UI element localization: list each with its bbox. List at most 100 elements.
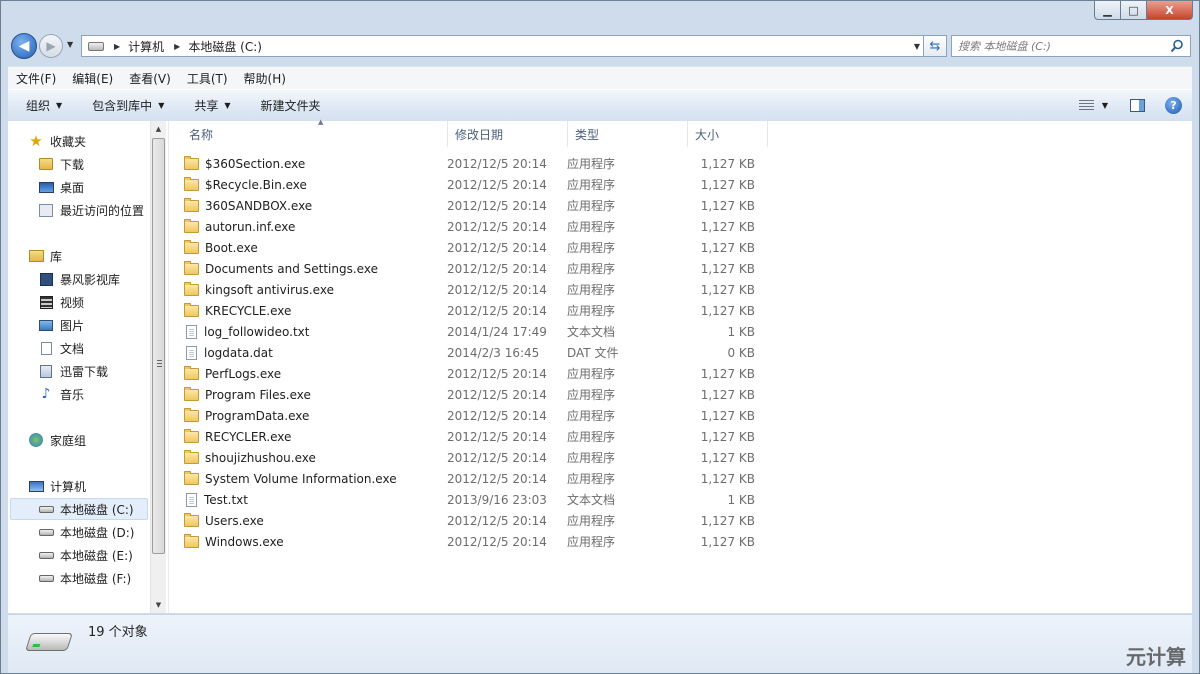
search-input[interactable] [952, 38, 1170, 54]
refresh-button[interactable]: ⇆ [923, 35, 947, 57]
nav-favorites-label: 收藏夹 [50, 134, 87, 149]
breadcrumb-drive-c[interactable]: 本地磁盘 (C:) [188, 38, 262, 55]
address-bar[interactable]: ▶ 计算机 ▶ 本地磁盘 (C:) ▼ [81, 35, 925, 57]
share-button[interactable]: 共享 ▼ [176, 97, 242, 114]
folder-icon [184, 407, 199, 422]
drive-icon [38, 525, 54, 539]
file-row[interactable]: $Recycle.Bin.exe 2012/12/5 20:14 应用程序 1,127… [184, 174, 764, 195]
file-name: Program Files.exe [205, 387, 311, 402]
back-button[interactable]: ◀ [11, 33, 37, 59]
nav-computer[interactable]: 计算机 [28, 475, 86, 497]
file-row[interactable]: System Volume Information.exe 2012/12/5 2… [184, 468, 764, 489]
nav-drive-d[interactable]: 本地磁盘 (D:) [38, 521, 134, 543]
file-type: 应用程序 [567, 430, 616, 444]
file-name: kingsoft antivirus.exe [205, 282, 334, 297]
file-row[interactable]: Users.exe 2012/12/5 20:14 应用程序 1,127 KB [184, 510, 764, 531]
history-dropdown-icon[interactable]: ▼ [67, 40, 73, 49]
organize-button[interactable]: 组织 ▼ [8, 97, 74, 114]
column-header-type[interactable]: 类型 [568, 121, 688, 147]
change-view-button[interactable]: ▼ [1078, 100, 1108, 111]
file-row[interactable]: log_followideo.txt 2014/1/24 17:49 文本文档 1 K… [184, 321, 764, 342]
menu-file[interactable]: 文件(F) [8, 70, 64, 87]
nav-music[interactable]: ♪ 音乐 [38, 383, 84, 405]
video-library-icon [38, 272, 54, 286]
nav-desktop[interactable]: 桌面 [38, 176, 84, 198]
folder-icon [184, 218, 199, 233]
breadcrumb-separator-icon[interactable]: ▶ [174, 42, 180, 51]
nav-pictures[interactable]: 图片 [38, 314, 84, 336]
nav-computer-label: 计算机 [50, 479, 87, 494]
file-date: 2012/12/5 20:14 [447, 534, 547, 549]
column-header-date[interactable]: 修改日期 [448, 121, 568, 147]
file-row[interactable]: KRECYCLE.exe 2012/12/5 20:14 应用程序 1,127 KB [184, 300, 764, 321]
file-row[interactable]: ProgramData.exe 2012/12/5 20:14 应用程序 1,127 … [184, 405, 764, 426]
nav-baofeng-library[interactable]: 暴风影视库 [38, 268, 120, 290]
folder-icon [184, 428, 199, 443]
folder-icon [184, 449, 199, 464]
file-row[interactable]: $360Section.exe 2012/12/5 20:14 应用程序 1,127 … [184, 153, 764, 174]
file-row[interactable]: PerfLogs.exe 2012/12/5 20:14 应用程序 1,127 KB [184, 363, 764, 384]
include-in-library-button[interactable]: 包含到库中 ▼ [74, 97, 176, 114]
nav-homegroup[interactable]: 家庭组 [28, 429, 86, 451]
breadcrumb-separator-icon[interactable]: ▶ [114, 42, 120, 51]
file-row[interactable]: 360SANDBOX.exe 2012/12/5 20:14 应用程序 1,127 K… [184, 195, 764, 216]
file-icon [186, 345, 197, 360]
scrollbar-thumb[interactable] [152, 138, 165, 554]
nav-documents[interactable]: 文档 [38, 337, 84, 359]
file-row[interactable]: Boot.exe 2012/12/5 20:14 应用程序 1,127 KB [184, 237, 764, 258]
details-view-icon [1078, 100, 1094, 111]
menu-help[interactable]: 帮助(H) [236, 70, 294, 87]
forward-button[interactable]: ▶ [39, 34, 63, 58]
content-area: ★ 收藏夹 下载 桌面 最近访问的位置 库 暴风影视库 视频 图片 文档 迅雷下载… [8, 118, 1192, 613]
address-dropdown-icon[interactable]: ▼ [914, 42, 920, 51]
file-name-cell: $360Section.exe [184, 155, 439, 171]
file-row[interactable]: kingsoft antivirus.exe 2012/12/5 20:14 应用程… [184, 279, 764, 300]
search-box[interactable] [951, 35, 1191, 57]
pane-splitter[interactable] [166, 121, 169, 613]
menu-edit[interactable]: 编辑(E) [64, 70, 121, 87]
scroll-up-icon[interactable]: ▲ [151, 121, 166, 137]
scroll-down-icon[interactable]: ▼ [151, 597, 166, 613]
file-row[interactable]: shoujizhushou.exe 2012/12/5 20:14 应用程序 1,12… [184, 447, 764, 468]
maximize-button[interactable]: □ [1121, 1, 1147, 20]
nav-downloads[interactable]: 下载 [38, 153, 84, 175]
nav-xunlei-label: 迅雷下载 [60, 364, 109, 379]
nav-libraries[interactable]: 库 [28, 245, 62, 267]
file-name: RECYCLER.exe [205, 429, 292, 444]
column-header-name[interactable]: ▲ 名称 [182, 118, 448, 147]
file-row[interactable]: RECYCLER.exe 2012/12/5 20:14 应用程序 1,127 KB [184, 426, 764, 447]
nav-drive-f[interactable]: 本地磁盘 (F:) [38, 567, 131, 589]
menu-tools[interactable]: 工具(T) [179, 70, 236, 87]
minimize-button[interactable]: ▁ [1094, 1, 1121, 20]
file-row[interactable]: Documents and Settings.exe 2012/12/5 20:1… [184, 258, 764, 279]
file-name-cell: log_followideo.txt [184, 324, 439, 339]
nav-recent-places[interactable]: 最近访问的位置 [38, 199, 144, 221]
new-folder-button[interactable]: 新建文件夹 [243, 97, 333, 114]
file-name: Windows.exe [205, 534, 284, 549]
explorer-window: ▁ □ X ◀ ▶ ▼ ▶ 计算机 ▶ 本地磁盘 (C:) ▼ ⇆ 文件(F) … [0, 0, 1200, 674]
nav-drive-c[interactable]: 本地磁盘 (C:) [10, 498, 148, 520]
preview-pane-button[interactable] [1130, 99, 1145, 112]
nav-scrollbar[interactable]: ▲ ▼ [150, 121, 166, 613]
menu-view[interactable]: 查看(V) [121, 70, 179, 87]
search-icon[interactable] [1170, 39, 1184, 53]
file-type: 应用程序 [567, 283, 616, 297]
file-row[interactable]: logdata.dat 2014/2/3 16:45 DAT 文件 0 KB [184, 342, 764, 363]
nav-favorites[interactable]: ★ 收藏夹 [28, 130, 86, 152]
file-name-cell: RECYCLER.exe [184, 428, 439, 444]
file-size: 1 KB [727, 492, 755, 507]
file-date: 2012/12/5 20:14 [447, 513, 547, 528]
close-button[interactable]: X [1147, 1, 1193, 20]
nav-baofeng-label: 暴风影视库 [60, 272, 121, 287]
nav-xunlei-downloads[interactable]: 迅雷下载 [38, 360, 108, 382]
nav-drive-e[interactable]: 本地磁盘 (E:) [38, 544, 133, 566]
file-row[interactable]: Test.txt 2013/9/16 23:03 文本文档 1 KB [184, 489, 764, 510]
file-row[interactable]: Windows.exe 2012/12/5 20:14 应用程序 1,127 KB [184, 531, 764, 552]
column-date-label: 修改日期 [455, 127, 504, 142]
column-header-size[interactable]: 大小 [688, 121, 768, 147]
file-row[interactable]: Program Files.exe 2012/12/5 20:14 应用程序 1,12… [184, 384, 764, 405]
nav-videos[interactable]: 视频 [38, 291, 84, 313]
file-row[interactable]: autorun.inf.exe 2012/12/5 20:14 应用程序 1,127 … [184, 216, 764, 237]
breadcrumb-computer[interactable]: 计算机 [128, 38, 164, 55]
help-button[interactable]: ? [1165, 97, 1182, 114]
